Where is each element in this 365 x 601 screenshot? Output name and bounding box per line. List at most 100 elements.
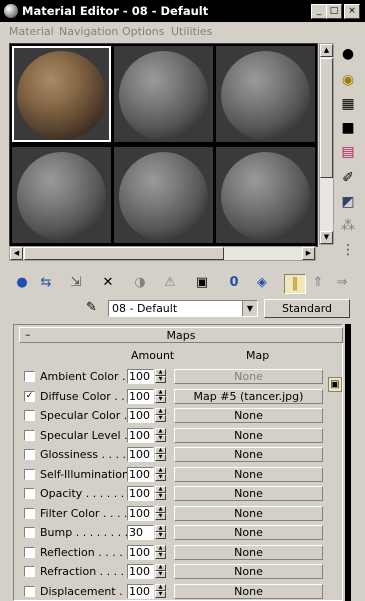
video-color-check-icon[interactable]: ▤ [338, 142, 358, 162]
slots-vertical-scrollbar[interactable]: ▲ ▼ [319, 43, 334, 245]
specular-color-checkbox[interactable] [24, 410, 35, 421]
scroll-thumb[interactable] [24, 247, 224, 260]
pick-material-eyedropper-icon[interactable]: ✎ [86, 300, 97, 315]
collapse-icon[interactable]: – [25, 328, 31, 341]
spinner-down-icon[interactable]: ▼ [155, 435, 166, 442]
options-icon[interactable]: ◩ [338, 192, 358, 212]
reflection-checkbox[interactable] [24, 547, 35, 558]
show-map-in-viewport-icon[interactable]: ◈ [252, 274, 272, 292]
spinner-down-icon[interactable]: ▼ [155, 591, 166, 598]
uv-tiling-icon[interactable]: ■ [338, 118, 358, 138]
make-preview-icon[interactable]: ✐ [338, 168, 358, 188]
reflection-map-button[interactable]: None [174, 545, 323, 560]
displacement-amount-spinner[interactable]: ▲ ▼ [155, 584, 166, 599]
diffuse-color-amount-field[interactable]: 100 [127, 389, 154, 404]
maps-rollout-header[interactable]: Maps – [19, 327, 343, 343]
ambient-color-map-button[interactable]: None [174, 369, 323, 384]
go-forward-icon[interactable]: ⇒ [332, 274, 352, 292]
material-type-button[interactable]: Standard [264, 299, 350, 318]
make-unique-icon[interactable]: ⚠ [160, 274, 180, 292]
bump-map-button[interactable]: None [174, 525, 323, 540]
specular-level-checkbox[interactable] [24, 430, 35, 441]
reset-map-icon[interactable]: ✕ [98, 274, 118, 292]
put-to-scene-icon[interactable]: ⇆ [36, 274, 56, 292]
spinner-up-icon[interactable]: ▲ [155, 545, 166, 552]
spinner-down-icon[interactable]: ▼ [155, 415, 166, 422]
diffuse-color-amount-spinner[interactable]: ▲ ▼ [155, 389, 166, 404]
spinner-up-icon[interactable]: ▲ [155, 564, 166, 571]
displacement-checkbox[interactable] [24, 586, 35, 597]
spinner-up-icon[interactable]: ▲ [155, 506, 166, 513]
refraction-checkbox[interactable] [24, 566, 35, 577]
scroll-down-icon[interactable]: ▼ [320, 231, 333, 244]
spinner-down-icon[interactable]: ▼ [155, 376, 166, 383]
specular-color-amount-field[interactable]: 100 [127, 408, 154, 423]
specular-level-amount-field[interactable]: 100 [127, 428, 154, 443]
minimize-button[interactable]: _ [311, 4, 327, 19]
slots-horizontal-scrollbar[interactable]: ◀ ▶ [9, 246, 316, 261]
self-illumination-map-button[interactable]: None [174, 467, 323, 482]
refraction-amount-field[interactable]: 100 [127, 564, 154, 579]
select-by-material-icon[interactable]: ⁂ [338, 216, 358, 236]
spinner-up-icon[interactable]: ▲ [155, 369, 166, 376]
scroll-left-icon[interactable]: ◀ [10, 247, 23, 260]
lock-icon[interactable]: ▣ [328, 377, 342, 392]
diffuse-color-map-button[interactable]: Map #5 (tancer.jpg) [174, 389, 323, 404]
sample-slot-6[interactable] [216, 147, 315, 243]
spinner-up-icon[interactable]: ▲ [155, 389, 166, 396]
displacement-amount-field[interactable]: 100 [127, 584, 154, 599]
opacity-map-button[interactable]: None [174, 486, 323, 501]
sample-slot-3[interactable] [216, 46, 315, 142]
sample-slot-5[interactable] [114, 147, 213, 243]
reflection-amount-spinner[interactable]: ▲ ▼ [155, 545, 166, 560]
filter-color-map-button[interactable]: None [174, 506, 323, 521]
backlight-icon[interactable]: ◉ [338, 70, 358, 90]
scroll-up-icon[interactable]: ▲ [320, 44, 333, 57]
glossiness-amount-spinner[interactable]: ▲ ▼ [155, 447, 166, 462]
ambient-color-amount-field[interactable]: 100 [127, 369, 154, 384]
spinner-down-icon[interactable]: ▼ [155, 571, 166, 578]
specular-color-amount-spinner[interactable]: ▲ ▼ [155, 408, 166, 423]
displacement-map-button[interactable]: None [174, 584, 323, 599]
sample-slot-2[interactable] [114, 46, 213, 142]
scroll-thumb[interactable] [320, 58, 333, 178]
sample-slot-4[interactable] [12, 147, 111, 243]
glossiness-map-button[interactable]: None [174, 447, 323, 462]
put-to-library-icon[interactable]: ▣ [192, 274, 212, 292]
bump-checkbox[interactable] [24, 527, 35, 538]
spinner-down-icon[interactable]: ▼ [155, 474, 166, 481]
filter-color-checkbox[interactable] [24, 508, 35, 519]
glossiness-amount-field[interactable]: 100 [127, 447, 154, 462]
sample-slot-1[interactable] [12, 46, 111, 142]
spinner-down-icon[interactable]: ▼ [155, 532, 166, 539]
background-icon[interactable]: ▦ [338, 94, 358, 114]
spinner-up-icon[interactable]: ▲ [155, 428, 166, 435]
spinner-up-icon[interactable]: ▲ [155, 584, 166, 591]
filter-color-amount-spinner[interactable]: ▲ ▼ [155, 506, 166, 521]
make-copy-icon[interactable]: ◑ [130, 274, 150, 292]
show-end-result-icon[interactable]: ‖ [284, 274, 306, 294]
opacity-amount-field[interactable]: 100 [127, 486, 154, 501]
spinner-up-icon[interactable]: ▲ [155, 447, 166, 454]
spinner-down-icon[interactable]: ▼ [155, 493, 166, 500]
spinner-up-icon[interactable]: ▲ [155, 525, 166, 532]
spinner-down-icon[interactable]: ▼ [155, 552, 166, 559]
panel-scrollbar[interactable] [345, 324, 351, 601]
material-name-combo[interactable]: 08 - Default ▼ [108, 300, 258, 317]
spinner-up-icon[interactable]: ▲ [155, 467, 166, 474]
bump-amount-field[interactable]: 30 [127, 525, 154, 540]
specular-level-map-button[interactable]: None [174, 428, 323, 443]
refraction-amount-spinner[interactable]: ▲ ▼ [155, 564, 166, 579]
spinner-up-icon[interactable]: ▲ [155, 408, 166, 415]
scroll-right-icon[interactable]: ▶ [302, 247, 315, 260]
maximize-button[interactable]: □ [326, 4, 342, 19]
opacity-checkbox[interactable] [24, 488, 35, 499]
spinner-down-icon[interactable]: ▼ [155, 513, 166, 520]
chevron-down-icon[interactable]: ▼ [242, 301, 257, 316]
ambient-color-checkbox[interactable] [24, 371, 35, 382]
self-illumination-amount-spinner[interactable]: ▲ ▼ [155, 467, 166, 482]
filter-color-amount-field[interactable]: 100 [127, 506, 154, 521]
self-illumination-amount-field[interactable]: 100 [127, 467, 154, 482]
close-button[interactable]: × [344, 4, 360, 19]
sample-type-icon[interactable]: ● [338, 44, 358, 64]
